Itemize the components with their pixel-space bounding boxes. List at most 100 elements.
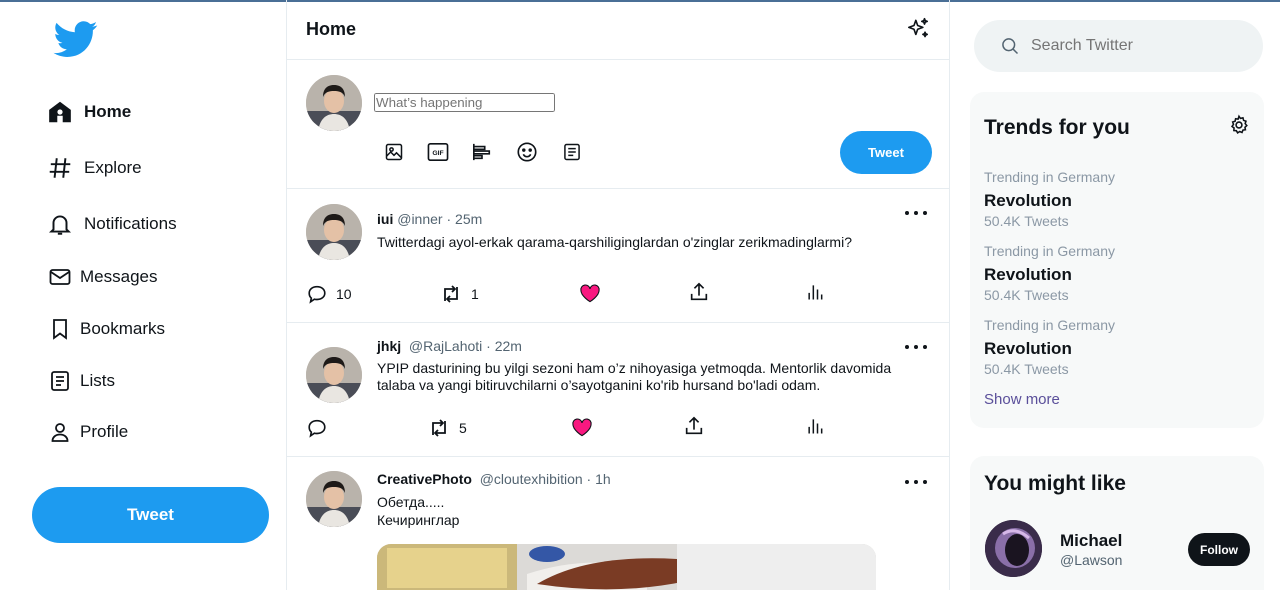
nav-notifications[interactable]: Notifications — [46, 204, 177, 244]
author-name[interactable]: CreativePhoto — [377, 471, 472, 487]
trend-count: 50.4K Tweets — [984, 213, 1069, 229]
avatar[interactable] — [985, 520, 1042, 577]
nav-profile[interactable]: Profile — [46, 412, 128, 452]
trend-topic: Revolution — [984, 339, 1072, 358]
right-sidebar: Trends for you Trending in Germany Revol… — [950, 0, 1280, 590]
reply-button[interactable]: 10 — [306, 283, 352, 305]
tweet-header: CreativePhoto @cloutexhibition · 1h — [377, 471, 611, 487]
envelope-icon — [46, 263, 74, 291]
gif-icon[interactable]: GIF — [426, 140, 450, 164]
author-name[interactable]: iui — [377, 211, 393, 227]
trend-item[interactable]: Trending in Germany Revolution 50.4K Twe… — [984, 169, 1244, 229]
author-handle[interactable]: @cloutexhibition — [480, 471, 583, 487]
avatar[interactable] — [306, 347, 362, 403]
retweet-button[interactable]: 5 — [427, 417, 467, 439]
author-handle[interactable]: @RajLahoti — [409, 338, 482, 354]
separator-dot: · — [586, 471, 592, 487]
gear-icon[interactable] — [1228, 114, 1250, 136]
tweet-time[interactable]: 25m — [455, 211, 482, 227]
nav-messages[interactable]: Messages — [46, 257, 157, 297]
trend-item[interactable]: Trending in Germany Revolution 50.4K Twe… — [984, 317, 1244, 377]
like-button[interactable] — [579, 283, 601, 303]
tweet-item[interactable]: iui @inner · 25m Twitterdagi ayol-erkak … — [287, 189, 949, 323]
nav-label: Profile — [80, 422, 129, 441]
image-icon[interactable] — [382, 140, 406, 164]
tweet-header: iui @inner · 25m — [377, 211, 482, 227]
tweet-item[interactable]: CreativePhoto @cloutexhibition · 1h Обет… — [287, 457, 949, 590]
compose-tweet-button[interactable]: Tweet — [840, 131, 932, 174]
home-icon — [46, 98, 74, 126]
follow-button[interactable]: Follow — [1188, 533, 1250, 566]
analytics-button[interactable] — [805, 416, 825, 436]
page-title: Home — [306, 19, 357, 39]
sparkle-icon[interactable] — [905, 16, 931, 42]
author-name[interactable]: jhkj — [377, 338, 401, 354]
avatar[interactable] — [306, 471, 362, 527]
more-options-icon[interactable] — [905, 206, 927, 220]
svg-text:GIF: GIF — [432, 150, 443, 157]
trend-topic: Revolution — [984, 265, 1072, 284]
retweet-button[interactable]: 1 — [439, 283, 479, 305]
who-to-follow-panel: You might like Michael @Lawson Follow — [970, 456, 1264, 590]
share-button[interactable] — [688, 281, 710, 303]
composer-input[interactable] — [374, 93, 555, 112]
analytics-button[interactable] — [805, 282, 825, 302]
separator-dot: · — [446, 211, 452, 227]
left-sidebar: Home Explore Notifications Messages Book… — [0, 0, 286, 590]
trend-count: 50.4K Tweets — [984, 287, 1069, 303]
more-options-icon[interactable] — [905, 475, 927, 489]
follow-title: You might like — [984, 472, 1126, 495]
search-icon — [1000, 36, 1020, 56]
emoji-icon[interactable] — [515, 140, 539, 164]
share-icon — [683, 415, 705, 437]
search-input[interactable] — [1031, 37, 1251, 55]
trends-panel: Trends for you Trending in Germany Revol… — [970, 92, 1264, 428]
tweet-photo[interactable] — [377, 544, 876, 590]
tweet-button[interactable]: Tweet — [32, 487, 269, 543]
trends-title: Trends for you — [984, 116, 1130, 139]
analytics-icon — [805, 282, 825, 302]
trend-count: 50.4K Tweets — [984, 361, 1069, 377]
poll-icon[interactable] — [470, 140, 494, 164]
share-icon — [688, 281, 710, 303]
schedule-icon[interactable] — [560, 140, 584, 164]
share-button[interactable] — [683, 415, 705, 437]
reply-button[interactable] — [306, 417, 328, 439]
show-more-link[interactable]: Show more — [984, 391, 1060, 408]
person-icon — [46, 418, 74, 446]
trend-item[interactable]: Trending in Germany Revolution 50.4K Twe… — [984, 243, 1244, 303]
tweet-text-line-2: Кечиринглар — [377, 512, 460, 528]
nav-label: Messages — [80, 267, 158, 286]
tweet-item[interactable]: jhkj @RajLahoti · 22m YPIP dasturining b… — [287, 323, 949, 457]
retweet-count: 5 — [459, 420, 467, 436]
nav-label: Notifications — [84, 214, 177, 233]
timeline-header: Home — [287, 0, 949, 60]
tweet-time[interactable]: 1h — [595, 471, 611, 487]
bookmark-icon — [46, 315, 74, 343]
reply-icon — [306, 283, 328, 305]
composer-input-wrap — [374, 93, 555, 112]
author-handle[interactable]: @inner — [397, 211, 442, 227]
nav-home[interactable]: Home — [46, 92, 131, 132]
avatar[interactable] — [306, 75, 362, 131]
tweet-time[interactable]: 22m — [495, 338, 522, 354]
twitter-bird-icon[interactable] — [52, 17, 100, 61]
more-options-icon[interactable] — [905, 340, 927, 354]
trend-topic: Revolution — [984, 191, 1072, 210]
suggested-user-name[interactable]: Michael — [1060, 531, 1122, 551]
tweet-header: jhkj @RajLahoti · 22m — [377, 338, 522, 354]
nav-explore[interactable]: Explore — [46, 148, 142, 188]
nav-label: Lists — [80, 371, 115, 390]
search-bar[interactable] — [974, 20, 1263, 72]
hashtag-icon — [46, 154, 74, 182]
tweet-text: YPIP dasturining bu yilgi sezoni ham o’z… — [377, 360, 892, 393]
suggested-user-handle[interactable]: @Lawson — [1060, 552, 1122, 568]
heart-filled-icon — [571, 417, 593, 437]
nav-lists[interactable]: Lists — [46, 361, 115, 401]
trend-meta: Trending in Germany — [984, 317, 1115, 333]
main-timeline: Home GIF Tweet i — [286, 0, 950, 590]
nav-bookmarks[interactable]: Bookmarks — [46, 309, 165, 349]
avatar[interactable] — [306, 204, 362, 260]
like-button[interactable] — [571, 417, 593, 437]
retweet-icon — [427, 417, 451, 439]
